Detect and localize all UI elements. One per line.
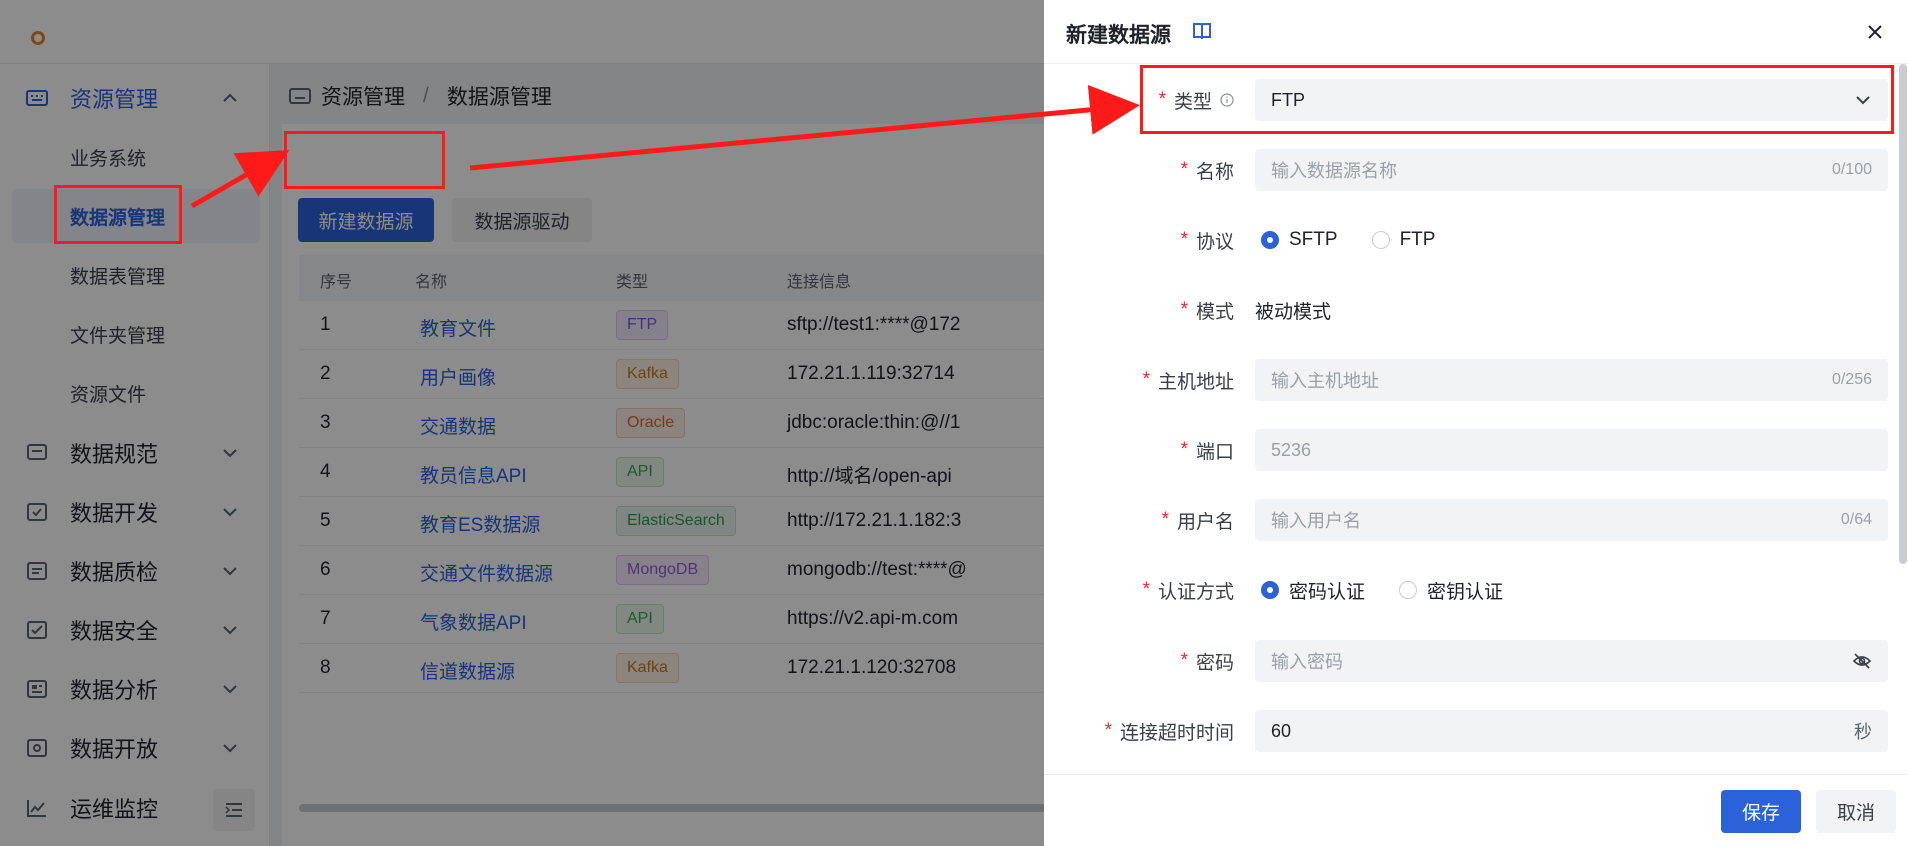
required-mark: * xyxy=(1161,509,1169,530)
auth-radio-password[interactable]: 密码认证 xyxy=(1261,577,1365,604)
username-placeholder: 输入用户名 xyxy=(1271,511,1361,531)
annotation-box-new-button xyxy=(284,131,445,189)
radio-checked[interactable] xyxy=(1261,231,1279,249)
eye-hidden-icon[interactable] xyxy=(1852,652,1872,670)
timeout-label: * 连接超时时间 xyxy=(1044,710,1234,752)
drawer-footer: 保存 取消 xyxy=(1044,774,1908,846)
name-placeholder: 输入数据源名称 xyxy=(1271,161,1397,181)
protocol-radio-ftp[interactable]: FTP xyxy=(1371,229,1436,251)
required-mark: * xyxy=(1142,579,1150,600)
mode-label: * 模式 xyxy=(1044,289,1234,331)
protocol-label: * 协议 xyxy=(1044,219,1234,261)
protocol-label-text: 协议 xyxy=(1195,231,1234,253)
radio-unchecked[interactable] xyxy=(1399,581,1418,599)
radio-label: SFTP xyxy=(1289,229,1338,250)
name-label: * 名称 xyxy=(1044,149,1234,191)
timeout-unit: 秒 xyxy=(1854,722,1872,742)
username-field[interactable]: 输入用户名 0/64 xyxy=(1255,499,1888,541)
port-placeholder: 5236 xyxy=(1271,439,1312,460)
username-char-count: 0/64 xyxy=(1840,511,1872,528)
name-label-text: 名称 xyxy=(1195,161,1234,183)
required-mark: * xyxy=(1180,650,1188,671)
drawer-title: 新建数据源 xyxy=(1066,24,1171,47)
annotation-box-sidebar xyxy=(54,185,182,244)
drawer-vertical-scrollbar[interactable] xyxy=(1899,64,1907,564)
host-label: * 主机地址 xyxy=(1044,359,1234,401)
password-label: * 密码 xyxy=(1044,640,1234,682)
name-char-count: 0/100 xyxy=(1831,161,1872,178)
port-label-text: 端口 xyxy=(1195,441,1234,463)
auth-radio-key[interactable]: 密钥认证 xyxy=(1399,577,1503,604)
port-label: * 端口 xyxy=(1044,429,1234,471)
radio-label: 密钥认证 xyxy=(1427,581,1504,603)
required-mark: * xyxy=(1104,720,1112,741)
drawer-form: * 类型 FTP * 名称 输入数据源名称 0/100 * 协议 SFTP FT… xyxy=(1044,64,1908,774)
auth-label-text: 认证方式 xyxy=(1157,581,1234,603)
required-mark: * xyxy=(1142,369,1150,390)
host-placeholder: 输入主机地址 xyxy=(1271,371,1379,391)
timeout-value: 60 xyxy=(1271,720,1292,741)
radio-unchecked[interactable] xyxy=(1371,231,1390,249)
protocol-radio-sftp[interactable]: SFTP xyxy=(1261,229,1338,251)
protocol-radio-group: SFTP FTP xyxy=(1261,219,1469,261)
cancel-button[interactable]: 取消 xyxy=(1816,790,1896,833)
radio-label: FTP xyxy=(1399,229,1436,250)
username-label: * 用户名 xyxy=(1044,499,1234,541)
close-icon[interactable] xyxy=(1864,21,1886,43)
required-mark: * xyxy=(1180,159,1188,180)
required-mark: * xyxy=(1180,439,1188,460)
password-placeholder: 输入密码 xyxy=(1271,652,1343,672)
required-mark: * xyxy=(1180,299,1188,320)
timeout-field[interactable]: 60 秒 xyxy=(1255,710,1888,752)
password-field[interactable]: 输入密码 xyxy=(1255,640,1888,682)
mode-label-text: 模式 xyxy=(1195,301,1234,323)
save-button[interactable]: 保存 xyxy=(1721,790,1801,833)
host-label-text: 主机地址 xyxy=(1157,371,1234,393)
drawer-header: 新建数据源 xyxy=(1044,0,1908,64)
name-field[interactable]: 输入数据源名称 0/100 xyxy=(1255,149,1888,191)
username-label-text: 用户名 xyxy=(1176,511,1234,533)
annotation-box-type-field xyxy=(1140,65,1894,134)
radio-label: 密码认证 xyxy=(1289,581,1366,603)
required-mark: * xyxy=(1180,229,1188,250)
timeout-label-text: 连接超时时间 xyxy=(1119,722,1234,744)
password-label-text: 密码 xyxy=(1195,652,1234,674)
radio-checked[interactable] xyxy=(1261,581,1279,599)
port-field[interactable]: 5236 xyxy=(1255,429,1888,471)
auth-radio-group: 密码认证 密钥认证 xyxy=(1261,569,1537,611)
mode-value: 被动模式 xyxy=(1255,301,1332,323)
auth-label: * 认证方式 xyxy=(1044,569,1234,611)
book-icon[interactable] xyxy=(1191,20,1213,42)
host-char-count: 0/256 xyxy=(1831,371,1872,388)
host-field[interactable]: 输入主机地址 0/256 xyxy=(1255,359,1888,401)
